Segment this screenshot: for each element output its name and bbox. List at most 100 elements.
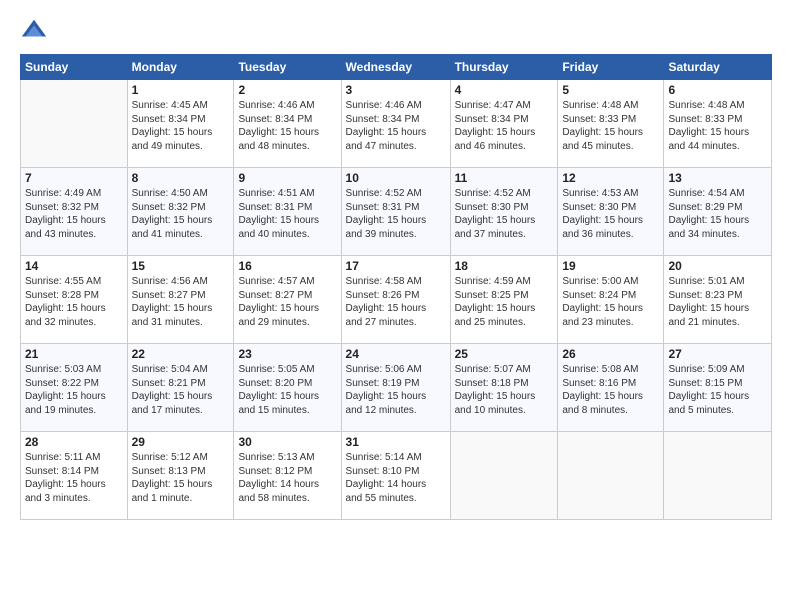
day-number: 21 (25, 347, 123, 361)
day-info: Sunrise: 5:09 AMSunset: 8:15 PMDaylight:… (668, 363, 767, 417)
day-number: 18 (455, 259, 554, 273)
day-info: Sunrise: 5:11 AMSunset: 8:14 PMDaylight:… (25, 451, 123, 505)
header (20, 16, 772, 44)
day-number: 31 (346, 435, 446, 449)
weekday-header-monday: Monday (127, 55, 234, 80)
calendar-cell: 21 Sunrise: 5:03 AMSunset: 8:22 PMDayligh… (21, 344, 128, 432)
calendar-cell: 19 Sunrise: 5:00 AMSunset: 8:24 PMDayligh… (558, 256, 664, 344)
weekday-header-row: SundayMondayTuesdayWednesdayThursdayFrid… (21, 55, 772, 80)
calendar-cell: 3 Sunrise: 4:46 AMSunset: 8:34 PMDaylight… (341, 80, 450, 168)
day-info: Sunrise: 4:46 AMSunset: 8:34 PMDaylight:… (346, 99, 446, 153)
day-info: Sunrise: 4:57 AMSunset: 8:27 PMDaylight:… (238, 275, 336, 329)
week-row-4: 21 Sunrise: 5:03 AMSunset: 8:22 PMDayligh… (21, 344, 772, 432)
logo-icon (20, 16, 48, 44)
day-number: 15 (132, 259, 230, 273)
calendar-cell: 10Sunrise: 4:52 AMSunset: 8:31 PMDayligh… (341, 168, 450, 256)
day-info: Sunrise: 5:04 AMSunset: 8:21 PMDaylight:… (132, 363, 230, 417)
calendar-cell: 17 Sunrise: 4:58 AMSunset: 8:26 PMDayligh… (341, 256, 450, 344)
day-number: 4 (455, 83, 554, 97)
day-number: 3 (346, 83, 446, 97)
day-number: 6 (668, 83, 767, 97)
day-number: 30 (238, 435, 336, 449)
day-info: Sunrise: 5:03 AMSunset: 8:22 PMDaylight:… (25, 363, 123, 417)
calendar-cell (21, 80, 128, 168)
calendar-cell (558, 432, 664, 520)
calendar-cell: 7 Sunrise: 4:49 AMSunset: 8:32 PMDaylight… (21, 168, 128, 256)
day-number: 2 (238, 83, 336, 97)
day-info: Sunrise: 5:08 AMSunset: 8:16 PMDaylight:… (562, 363, 659, 417)
day-info: Sunrise: 5:00 AMSunset: 8:24 PMDaylight:… (562, 275, 659, 329)
day-number: 17 (346, 259, 446, 273)
day-info: Sunrise: 5:07 AMSunset: 8:18 PMDaylight:… (455, 363, 554, 417)
calendar-cell: 28 Sunrise: 5:11 AMSunset: 8:14 PMDayligh… (21, 432, 128, 520)
day-number: 16 (238, 259, 336, 273)
day-number: 26 (562, 347, 659, 361)
day-number: 7 (25, 171, 123, 185)
calendar-cell (450, 432, 558, 520)
day-info: Sunrise: 4:54 AMSunset: 8:29 PMDaylight:… (668, 187, 767, 241)
day-number: 29 (132, 435, 230, 449)
day-number: 1 (132, 83, 230, 97)
day-info: Sunrise: 5:12 AMSunset: 8:13 PMDaylight:… (132, 451, 230, 505)
day-number: 20 (668, 259, 767, 273)
day-number: 12 (562, 171, 659, 185)
day-info: Sunrise: 4:49 AMSunset: 8:32 PMDaylight:… (25, 187, 123, 241)
day-info: Sunrise: 4:48 AMSunset: 8:33 PMDaylight:… (562, 99, 659, 153)
calendar-cell: 18 Sunrise: 4:59 AMSunset: 8:25 PMDayligh… (450, 256, 558, 344)
calendar-cell: 29 Sunrise: 5:12 AMSunset: 8:13 PMDayligh… (127, 432, 234, 520)
day-info: Sunrise: 5:05 AMSunset: 8:20 PMDaylight:… (238, 363, 336, 417)
day-info: Sunrise: 4:55 AMSunset: 8:28 PMDaylight:… (25, 275, 123, 329)
day-info: Sunrise: 4:45 AMSunset: 8:34 PMDaylight:… (132, 99, 230, 153)
day-number: 19 (562, 259, 659, 273)
calendar-cell: 25 Sunrise: 5:07 AMSunset: 8:18 PMDayligh… (450, 344, 558, 432)
day-info: Sunrise: 5:14 AMSunset: 8:10 PMDaylight:… (346, 451, 446, 505)
day-info: Sunrise: 4:53 AMSunset: 8:30 PMDaylight:… (562, 187, 659, 241)
day-number: 25 (455, 347, 554, 361)
day-info: Sunrise: 5:01 AMSunset: 8:23 PMDaylight:… (668, 275, 767, 329)
calendar-cell: 20 Sunrise: 5:01 AMSunset: 8:23 PMDayligh… (664, 256, 772, 344)
weekday-header-thursday: Thursday (450, 55, 558, 80)
calendar-cell: 16 Sunrise: 4:57 AMSunset: 8:27 PMDayligh… (234, 256, 341, 344)
day-number: 8 (132, 171, 230, 185)
day-number: 14 (25, 259, 123, 273)
day-number: 10 (346, 171, 446, 185)
calendar-cell: 1 Sunrise: 4:45 AMSunset: 8:34 PMDaylight… (127, 80, 234, 168)
calendar-cell: 5 Sunrise: 4:48 AMSunset: 8:33 PMDaylight… (558, 80, 664, 168)
day-number: 28 (25, 435, 123, 449)
week-row-3: 14 Sunrise: 4:55 AMSunset: 8:28 PMDayligh… (21, 256, 772, 344)
day-info: Sunrise: 5:06 AMSunset: 8:19 PMDaylight:… (346, 363, 446, 417)
logo (20, 16, 52, 44)
calendar-cell: 12 Sunrise: 4:53 AMSunset: 8:30 PMDayligh… (558, 168, 664, 256)
day-info: Sunrise: 4:58 AMSunset: 8:26 PMDaylight:… (346, 275, 446, 329)
calendar-cell: 11Sunrise: 4:52 AMSunset: 8:30 PMDayligh… (450, 168, 558, 256)
calendar-cell: 9 Sunrise: 4:51 AMSunset: 8:31 PMDaylight… (234, 168, 341, 256)
weekday-header-friday: Friday (558, 55, 664, 80)
day-info: Sunrise: 4:51 AMSunset: 8:31 PMDaylight:… (238, 187, 336, 241)
calendar-cell (664, 432, 772, 520)
week-row-1: 1 Sunrise: 4:45 AMSunset: 8:34 PMDaylight… (21, 80, 772, 168)
calendar-cell: 4 Sunrise: 4:47 AMSunset: 8:34 PMDaylight… (450, 80, 558, 168)
weekday-header-sunday: Sunday (21, 55, 128, 80)
day-info: Sunrise: 4:59 AMSunset: 8:25 PMDaylight:… (455, 275, 554, 329)
day-info: Sunrise: 4:50 AMSunset: 8:32 PMDaylight:… (132, 187, 230, 241)
day-number: 9 (238, 171, 336, 185)
day-info: Sunrise: 4:48 AMSunset: 8:33 PMDaylight:… (668, 99, 767, 153)
calendar-cell: 31 Sunrise: 5:14 AMSunset: 8:10 PMDayligh… (341, 432, 450, 520)
calendar-cell: 24Sunrise: 5:06 AMSunset: 8:19 PMDayligh… (341, 344, 450, 432)
calendar-cell: 14 Sunrise: 4:55 AMSunset: 8:28 PMDayligh… (21, 256, 128, 344)
day-number: 13 (668, 171, 767, 185)
day-number: 5 (562, 83, 659, 97)
day-info: Sunrise: 4:52 AMSunset: 8:30 PMDaylight:… (455, 187, 554, 241)
day-info: Sunrise: 4:56 AMSunset: 8:27 PMDaylight:… (132, 275, 230, 329)
calendar-cell: 15 Sunrise: 4:56 AMSunset: 8:27 PMDayligh… (127, 256, 234, 344)
calendar-cell: 6 Sunrise: 4:48 AMSunset: 8:33 PMDaylight… (664, 80, 772, 168)
day-number: 22 (132, 347, 230, 361)
day-info: Sunrise: 4:46 AMSunset: 8:34 PMDaylight:… (238, 99, 336, 153)
calendar-table: SundayMondayTuesdayWednesdayThursdayFrid… (20, 54, 772, 520)
day-info: Sunrise: 5:13 AMSunset: 8:12 PMDaylight:… (238, 451, 336, 505)
day-info: Sunrise: 4:47 AMSunset: 8:34 PMDaylight:… (455, 99, 554, 153)
weekday-header-tuesday: Tuesday (234, 55, 341, 80)
calendar-cell: 27Sunrise: 5:09 AMSunset: 8:15 PMDayligh… (664, 344, 772, 432)
calendar-cell: 13 Sunrise: 4:54 AMSunset: 8:29 PMDayligh… (664, 168, 772, 256)
page: SundayMondayTuesdayWednesdayThursdayFrid… (0, 0, 792, 612)
